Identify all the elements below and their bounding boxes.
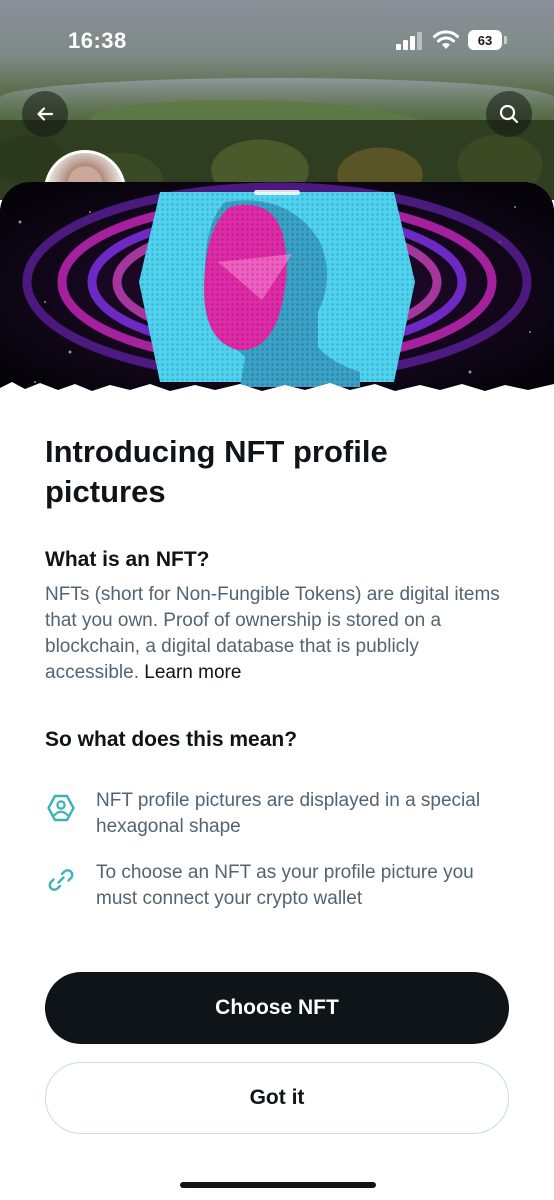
cellular-signal-icon [396, 32, 422, 50]
battery-icon: 63 [468, 30, 508, 52]
feature-wallet-text: To choose an NFT as your profile picture… [96, 862, 474, 909]
nft-hero-illustration [0, 182, 554, 400]
status-bar: 16:38 63 [0, 0, 554, 80]
feature-hexagon-text: NFT profile pictures are displayed in a … [96, 790, 481, 837]
sheet-title: Introducing NFT profile pictures [45, 434, 388, 509]
got-it-button[interactable]: Got it [45, 1062, 509, 1134]
status-time: 16:38 [68, 28, 127, 53]
what-is-nft-body: NFTs (short for Non-Fungible Tokens) are… [45, 582, 515, 686]
nft-hero-art [0, 182, 554, 400]
what-is-nft-heading: What is an NFT? [45, 548, 210, 571]
back-button[interactable] [22, 91, 68, 137]
sheet-grabber[interactable] [254, 190, 300, 195]
battery-level: 63 [468, 30, 502, 50]
choose-nft-button[interactable]: Choose NFT [45, 972, 509, 1044]
hexagon-profile-icon [47, 794, 75, 822]
link-icon [48, 869, 74, 891]
what-does-this-mean-heading: So what does this mean? [45, 728, 298, 751]
search-button[interactable] [486, 91, 532, 137]
search-icon [499, 104, 519, 124]
wifi-icon [433, 30, 459, 49]
arrow-left-icon [37, 107, 54, 121]
what-is-nft-text: NFTs (short for Non-Fungible Tokens) are… [45, 584, 500, 683]
battery-tip [504, 36, 507, 44]
learn-more-link[interactable]: Learn more [144, 662, 241, 683]
home-indicator[interactable] [180, 1182, 376, 1188]
nft-intro-sheet: Introducing NFT profile pictures What is… [0, 182, 554, 1200]
